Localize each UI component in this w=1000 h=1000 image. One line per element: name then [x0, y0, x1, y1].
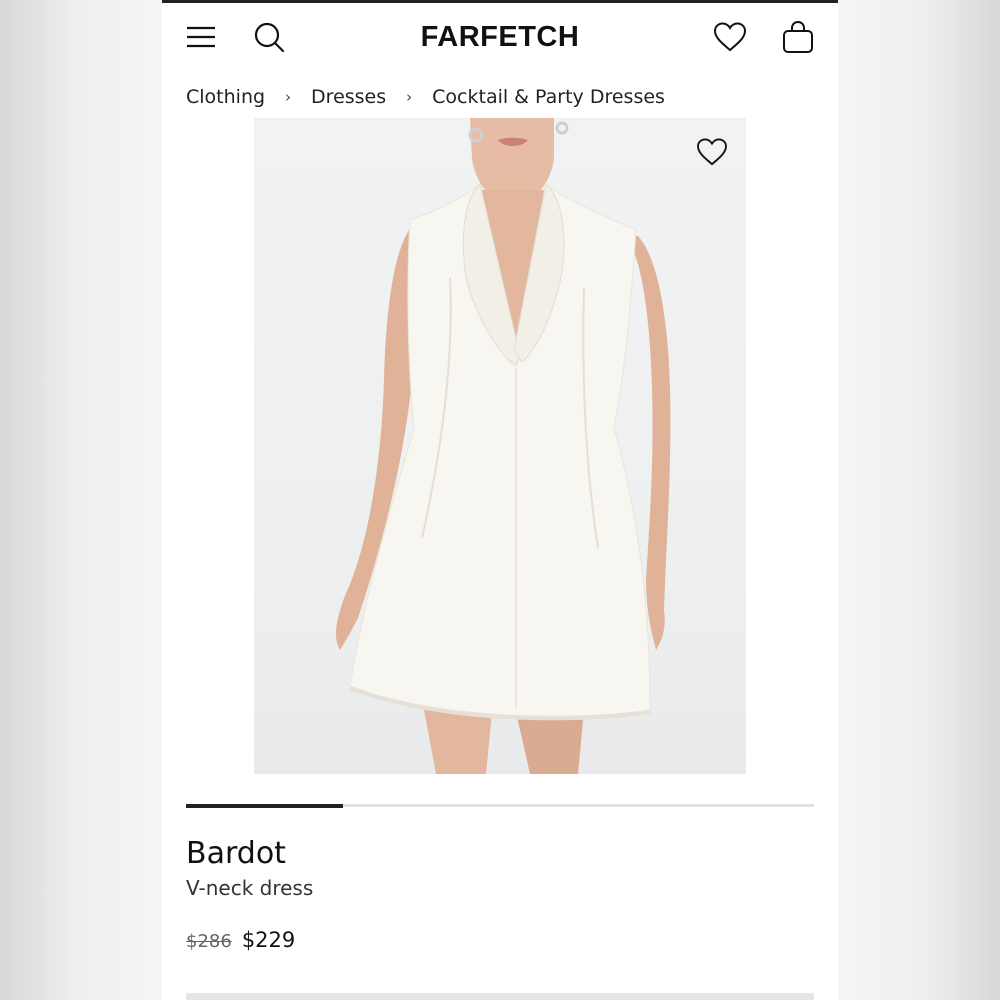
- chevron-right-icon: ›: [285, 88, 292, 106]
- price-row: $286 $229: [186, 928, 295, 952]
- breadcrumb-dresses[interactable]: Dresses: [311, 86, 386, 108]
- breadcrumb: Clothing › Dresses › Cocktail & Party Dr…: [186, 84, 665, 110]
- product-brand[interactable]: Bardot: [186, 836, 286, 871]
- header: FARFETCH: [162, 3, 838, 71]
- add-to-wishlist-button[interactable]: [692, 132, 732, 172]
- image-carousel-progress: [186, 803, 814, 808]
- heart-icon: [713, 22, 747, 52]
- breadcrumb-clothing[interactable]: Clothing: [186, 86, 265, 108]
- sale-price: $229: [241, 928, 296, 952]
- product-photo: [335, 118, 671, 774]
- background-left: [0, 0, 162, 1000]
- bag-button[interactable]: [778, 17, 818, 57]
- bag-icon: [783, 20, 813, 53]
- product-description: V-neck dress: [186, 876, 314, 900]
- product-image-gallery[interactable]: [254, 118, 746, 774]
- mobile-page: FARFETCH Clothing › Dresses › Cocktail &…: [162, 0, 838, 1000]
- image-carousel-progress-fill: [186, 803, 343, 808]
- background-right: [838, 0, 1000, 1000]
- size-selector-bar[interactable]: [186, 993, 814, 1000]
- breadcrumb-cocktail-party-dresses[interactable]: Cocktail & Party Dresses: [432, 86, 665, 108]
- original-price: $286: [186, 931, 232, 952]
- chevron-right-icon: ›: [406, 88, 413, 106]
- wishlist-button[interactable]: [710, 17, 750, 57]
- heart-icon: [697, 138, 727, 166]
